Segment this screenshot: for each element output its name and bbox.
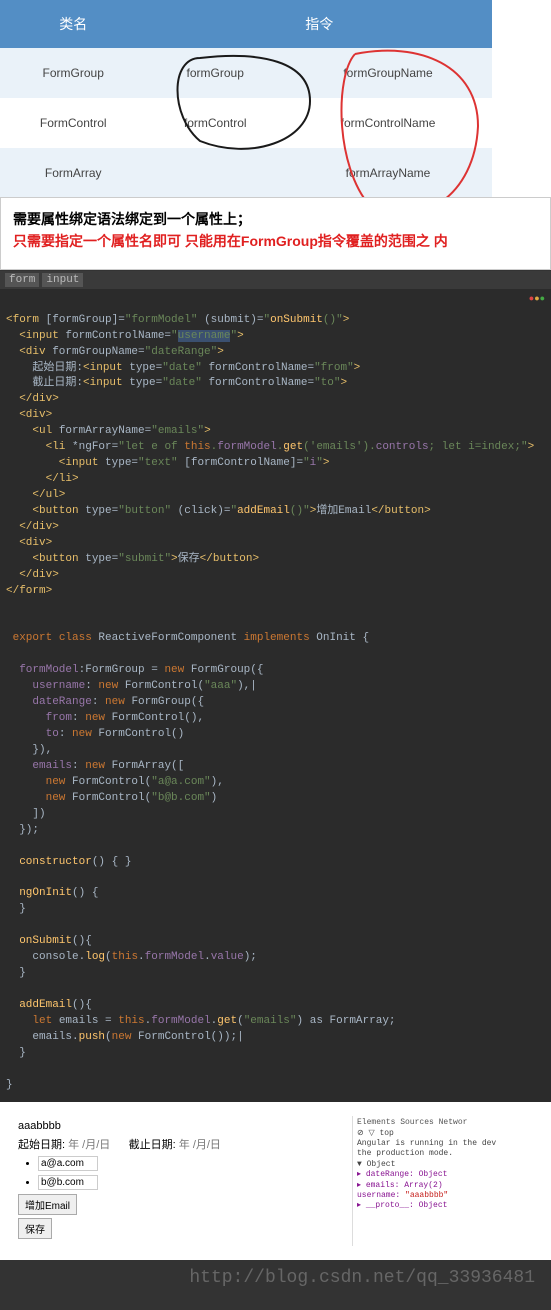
- note-box: 需要属性绑定语法绑定到一个属性上； 只需要指定一个属性名即可 只能用在FormG…: [0, 197, 551, 270]
- email-input-1[interactable]: [38, 1156, 98, 1171]
- code-template: ●●●<form [formGroup]="formModel" (submit…: [0, 289, 551, 1102]
- note-line-2: 只需要指定一个属性名即可 只能用在FormGroup指令覆盖的范围之 内: [13, 230, 538, 252]
- cell: formArrayName: [284, 148, 492, 198]
- console-object[interactable]: ▼ Object: [357, 1160, 533, 1170]
- cell: FormArray: [0, 148, 146, 198]
- cell: FormGroup: [0, 48, 146, 98]
- cell: formControl: [146, 98, 284, 148]
- email-input-2[interactable]: [38, 1175, 98, 1190]
- list-item: [38, 1156, 340, 1171]
- th-directive: 指令: [146, 0, 492, 48]
- end-date-input[interactable]: 年 /月/日: [179, 1136, 221, 1152]
- tab-input[interactable]: input: [42, 273, 83, 287]
- watermark: http://blog.csdn.net/qq_33936481: [0, 1260, 551, 1308]
- th-class: 类名: [0, 0, 146, 48]
- add-email-button[interactable]: 增加Email: [18, 1194, 77, 1215]
- username-value[interactable]: aaabbbb: [18, 1120, 340, 1132]
- cell: formControlName: [284, 98, 492, 148]
- window-dots-icon: ●●●: [529, 293, 545, 306]
- directives-table: 类名 指令 FormGroup formGroup formGroupName …: [0, 0, 492, 198]
- browser-preview: aaabbbb 起始日期: 年 /月/日 截止日期: 年 /月/日 增加Emai…: [0, 1102, 551, 1260]
- devtools-filter[interactable]: ⊘ ▽ top: [357, 1129, 533, 1139]
- end-date-label: 截止日期:: [129, 1139, 176, 1151]
- cell: [146, 148, 284, 198]
- save-button[interactable]: 保存: [18, 1218, 52, 1239]
- start-date-input[interactable]: 年 /月/日: [68, 1136, 110, 1152]
- cell: formGroup: [146, 48, 284, 98]
- editor-tabs: forminput: [0, 271, 551, 289]
- tab-form[interactable]: form: [5, 273, 39, 287]
- cell: FormControl: [0, 98, 146, 148]
- cell: formGroupName: [284, 48, 492, 98]
- devtools-panel: Elements Sources Networ ⊘ ▽ top Angular …: [352, 1116, 537, 1246]
- list-item: [38, 1175, 340, 1190]
- start-date-label: 起始日期:: [18, 1139, 65, 1151]
- devtools-tabs[interactable]: Elements Sources Networ: [357, 1118, 533, 1127]
- note-line-1: 需要属性绑定语法绑定到一个属性上；: [13, 208, 538, 230]
